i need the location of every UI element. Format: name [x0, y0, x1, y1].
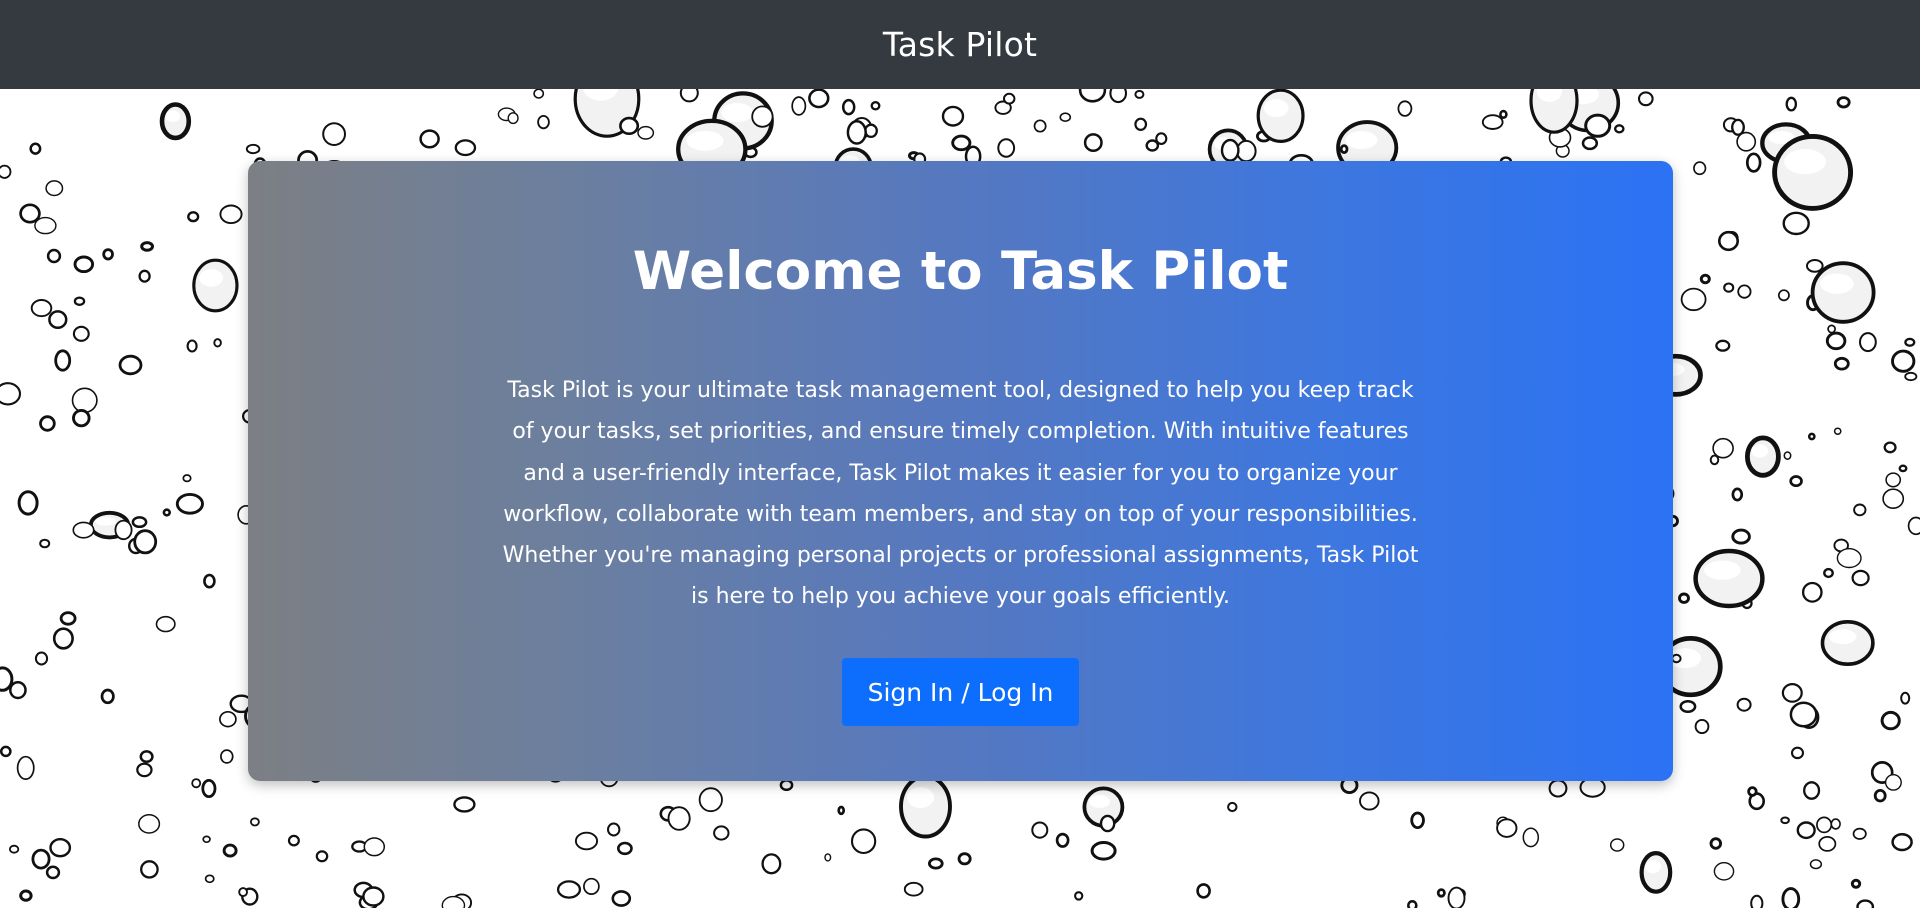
hero-description: Task Pilot is your ultimate task managem…	[502, 378, 1419, 610]
sign-in-button[interactable]: Sign In / Log In	[842, 658, 1079, 726]
hero-title: Welcome to Task Pilot	[632, 241, 1289, 302]
hero-card: Welcome to Task Pilot Task Pilot is your…	[248, 161, 1673, 781]
navbar: Task Pilot	[0, 0, 1920, 89]
navbar-brand[interactable]: Task Pilot	[883, 25, 1037, 64]
